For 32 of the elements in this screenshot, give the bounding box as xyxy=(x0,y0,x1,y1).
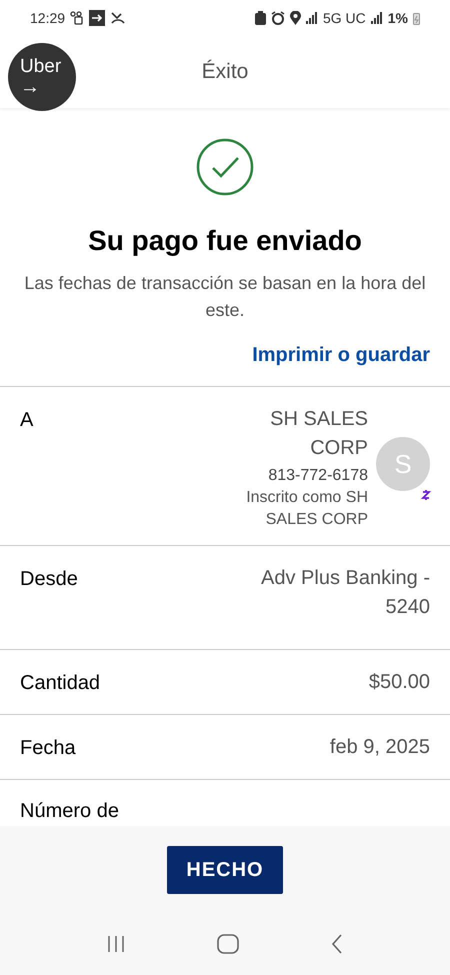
page-title: Éxito xyxy=(202,58,248,86)
detail-label: Cantidad xyxy=(20,670,100,696)
network-label: 5G UC xyxy=(322,8,366,28)
battery-icon xyxy=(413,12,420,24)
recent-apps-icon[interactable] xyxy=(106,935,126,953)
confirmation-subtitle: Las fechas de transacción se basan en la hora del este. xyxy=(23,272,427,322)
success-check-icon xyxy=(196,138,254,196)
detail-value: feb 9, 2025 xyxy=(328,734,430,760)
signal-icon xyxy=(370,12,383,24)
detail-value: Adv Plus Banking - 5240 xyxy=(260,566,430,620)
payment-badge-icon xyxy=(418,487,434,503)
detail-label: Número de xyxy=(20,799,119,824)
detail-label: Desde xyxy=(20,567,78,592)
home-icon[interactable] xyxy=(216,934,239,954)
detail-label: Fecha xyxy=(20,736,76,761)
detail-value: $50.00 xyxy=(368,670,430,695)
back-icon[interactable] xyxy=(330,933,344,955)
arrow-square-icon xyxy=(89,10,106,26)
bubble-arrow: → xyxy=(20,77,41,97)
confirmation-title: Su pago fue enviado xyxy=(88,224,362,258)
recipient-note: Inscrito como SH SALES CORP xyxy=(245,488,368,530)
location-icon xyxy=(290,11,301,25)
detail-label: A xyxy=(20,408,34,433)
signal-icon xyxy=(306,12,318,24)
battery-percent: 1% xyxy=(388,8,408,28)
alarm-icon xyxy=(270,11,285,25)
print-or-save-link[interactable]: Imprimir o guardar xyxy=(252,340,430,370)
recipient-name: SH SALES CORP xyxy=(269,407,368,461)
recipient-phone: 813-772-6178 xyxy=(268,466,368,486)
done-button[interactable]: HECHO xyxy=(167,846,283,894)
status-time: 12:29 xyxy=(30,8,66,28)
bubble-label: Uber xyxy=(20,57,62,77)
